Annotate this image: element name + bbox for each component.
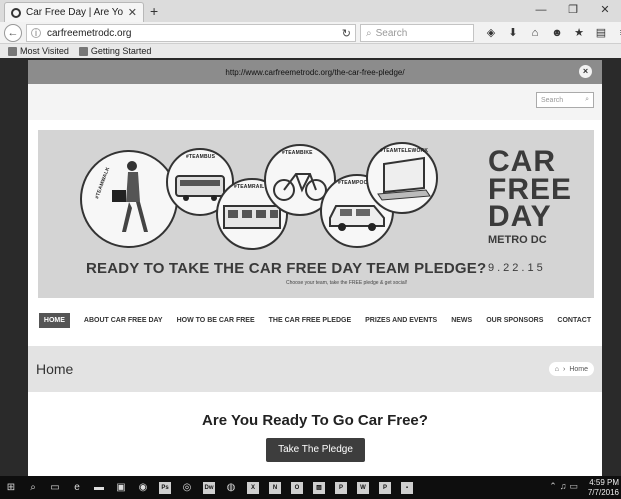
browser-toolbar: ◈ ⬇ ⌂ ☻ ★ ▤ ≡ xyxy=(480,24,621,42)
globe-icon[interactable]: ◍ xyxy=(220,476,242,499)
breadcrumb-current: Home xyxy=(569,366,588,373)
site-search-input[interactable]: Search ⌕ xyxy=(536,92,594,108)
address-bar[interactable]: i carfreemetrodc.org ↻ xyxy=(26,24,356,42)
new-tab-button[interactable]: + xyxy=(150,3,158,19)
overlay-url-bar: http://www.carfreemetrodc.org/the-car-fr… xyxy=(28,60,602,84)
team-tag: #TEAMTELEWORK xyxy=(380,148,428,154)
nav-about[interactable]: ABOUT CAR FREE DAY xyxy=(84,317,163,324)
nav-pledge[interactable]: THE CAR FREE PLEDGE xyxy=(269,317,351,324)
folder-icon xyxy=(8,47,17,56)
car-free-day-logo: CAR FREE DAY METRO DC 9.22.15 xyxy=(488,148,588,273)
word-icon[interactable]: W xyxy=(352,476,374,499)
excel-icon[interactable]: X xyxy=(242,476,264,499)
site-favicon-icon xyxy=(11,8,21,18)
team-tag: #TEAMRAIL xyxy=(234,184,264,190)
store-icon[interactable]: ▣ xyxy=(110,476,132,499)
publisher-icon[interactable]: P xyxy=(330,476,352,499)
page-header: Home ⌂ › Home xyxy=(28,346,602,392)
site-search-placeholder: Search xyxy=(541,97,563,104)
browser-tab[interactable]: Car Free Day | Are You Re... ✕ xyxy=(4,2,144,22)
tab-title: Car Free Day | Are You Re... xyxy=(26,7,123,18)
breadcrumb: ⌂ › Home xyxy=(549,362,594,376)
page-title: Home xyxy=(36,361,73,377)
website: Search ⌕ #TEAMWALK xyxy=(28,84,602,476)
nav-contact[interactable]: CONTACT xyxy=(557,317,591,324)
bookmark-star-icon[interactable]: ★ xyxy=(568,24,590,42)
minimize-icon[interactable]: — xyxy=(525,0,557,22)
taskbar-clock[interactable]: 4:59 PM 7/7/2016 xyxy=(588,478,619,498)
system-tray[interactable]: ⌃♫▭ xyxy=(549,481,581,492)
restore-icon[interactable]: ❐ xyxy=(557,0,589,22)
banner-subtext: Choose your team, take the FREE pledge &… xyxy=(286,280,407,286)
search-icon[interactable]: ⌕ xyxy=(585,96,589,104)
team-tag: #TEAMBIKE xyxy=(282,150,313,156)
outlook-icon[interactable]: O xyxy=(286,476,308,499)
clock-time: 4:59 PM xyxy=(588,478,619,488)
close-window-icon[interactable]: ✕ xyxy=(589,0,621,22)
nav-home[interactable]: HOME xyxy=(39,313,70,328)
site-main-nav: HOME ABOUT CAR FREE DAY HOW TO BE CAR FR… xyxy=(28,306,602,334)
home-icon[interactable]: ⌂ xyxy=(524,24,546,42)
bookmark-getting-started[interactable]: Getting Started xyxy=(79,46,152,56)
photos-icon[interactable]: ▨ xyxy=(308,476,330,499)
banner-headline: READY TO TAKE THE CAR FREE DAY TEAM PLED… xyxy=(86,260,486,277)
menu-icon[interactable]: ≡ xyxy=(612,24,621,42)
search-icon: ⌕ xyxy=(366,28,372,39)
bookmark-most-visited[interactable]: Most Visited xyxy=(8,46,69,56)
team-tag: #TEAMBUS xyxy=(186,154,215,160)
overlay-close-icon[interactable]: × xyxy=(579,65,592,78)
nav-how-to[interactable]: HOW TO BE CAR FREE xyxy=(177,317,255,324)
overlay-url: http://www.carfreemetrodc.org/the-car-fr… xyxy=(225,68,404,77)
bookmarks-bar: Most Visited Getting Started xyxy=(0,44,621,58)
browser-search-placeholder: Search xyxy=(376,28,408,39)
task-view-icon[interactable]: ▭ xyxy=(44,476,66,499)
windows-taskbar: ⊞ ⌕ ▭ e ▬ ▣ ◉ Ps ◎ Dw ◍ X N O ▨ P W P ▪ … xyxy=(0,476,621,499)
browser-nav-bar: ← i carfreemetrodc.org ↻ ⌕ Search ◈ ⬇ ⌂ … xyxy=(0,22,621,44)
page-viewport: http://www.carfreemetrodc.org/the-car-fr… xyxy=(0,58,621,476)
nav-news[interactable]: NEWS xyxy=(451,317,472,324)
take-pledge-button[interactable]: Take The Pledge xyxy=(266,438,365,462)
walking-woman-icon xyxy=(82,152,176,246)
app-icon[interactable]: ▪ xyxy=(396,476,418,499)
reload-icon[interactable]: ↻ xyxy=(342,27,351,40)
chat-icon[interactable]: ☻ xyxy=(546,24,568,42)
onenote-icon[interactable]: N xyxy=(264,476,286,499)
tab-close-icon[interactable]: ✕ xyxy=(128,6,137,19)
dreamweaver-icon[interactable]: Dw xyxy=(198,476,220,499)
team-walk-circle xyxy=(80,150,178,248)
site-top-strip: Search ⌕ xyxy=(28,84,602,120)
photoshop-icon[interactable]: Ps xyxy=(154,476,176,499)
chrome-icon[interactable]: ◉ xyxy=(132,476,154,499)
window-controls: — ❐ ✕ xyxy=(525,0,621,22)
powerpoint-icon[interactable]: P xyxy=(374,476,396,499)
nav-sponsors[interactable]: OUR SPONSORS xyxy=(486,317,543,324)
firefox-icon xyxy=(79,47,88,56)
search-icon[interactable]: ⌕ xyxy=(22,476,44,499)
browser-search-input[interactable]: ⌕ Search xyxy=(360,24,474,42)
firefox-icon[interactable]: ◎ xyxy=(176,476,198,499)
download-icon[interactable]: ⬇ xyxy=(502,24,524,42)
info-icon[interactable]: i xyxy=(31,28,41,38)
library-icon[interactable]: ▤ xyxy=(590,24,612,42)
nav-prizes[interactable]: PRIZES AND EVENTS xyxy=(365,317,437,324)
file-explorer-icon[interactable]: ▬ xyxy=(88,476,110,499)
start-button[interactable]: ⊞ xyxy=(0,476,22,499)
hero-question: Are You Ready To Go Car Free? xyxy=(28,412,602,429)
clock-date: 7/7/2016 xyxy=(588,488,619,498)
edge-icon[interactable]: e xyxy=(66,476,88,499)
home-icon[interactable]: ⌂ xyxy=(555,366,559,373)
laptop-icon xyxy=(368,144,436,212)
address-url[interactable]: carfreemetrodc.org xyxy=(47,28,336,39)
breadcrumb-separator: › xyxy=(563,366,565,373)
pledge-banner[interactable]: #TEAMWALK #TEAMBUS #TEA xyxy=(38,130,594,298)
browser-tab-bar: Car Free Day | Are You Re... ✕ + — ❐ ✕ xyxy=(0,0,621,22)
back-button[interactable]: ← xyxy=(4,24,22,42)
pocket-icon[interactable]: ◈ xyxy=(480,24,502,42)
